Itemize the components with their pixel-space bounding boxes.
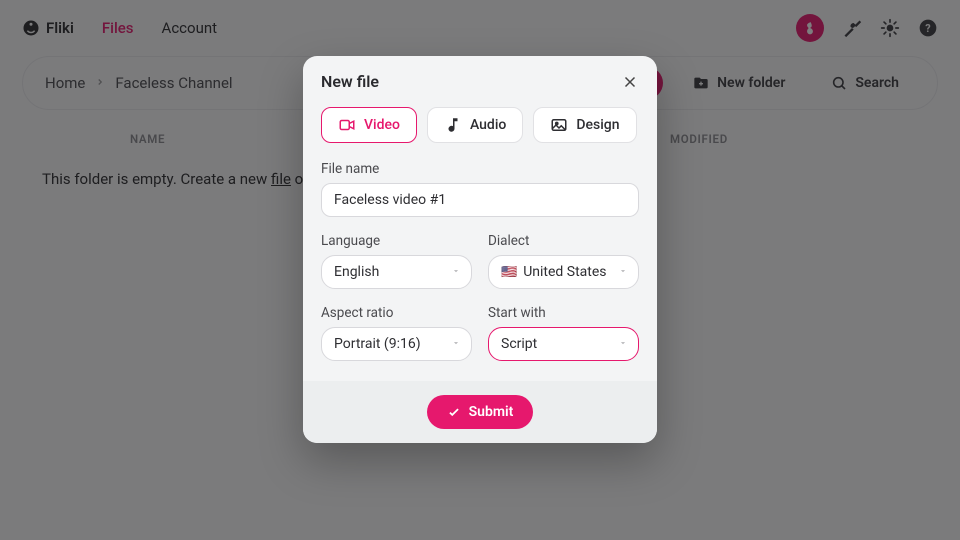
file-name-input[interactable] (321, 183, 639, 217)
check-icon (447, 405, 461, 419)
tab-video[interactable]: Video (321, 107, 417, 143)
tab-design[interactable]: Design (533, 107, 636, 143)
aspect-ratio-label: Aspect ratio (321, 305, 472, 321)
chevron-down-icon (618, 336, 628, 352)
image-icon (550, 116, 568, 134)
language-label: Language (321, 233, 472, 249)
dialect-select[interactable]: 🇺🇸 United States (488, 255, 639, 289)
dialect-label: Dialect (488, 233, 639, 249)
close-button[interactable] (621, 73, 639, 91)
start-with-label: Start with (488, 305, 639, 321)
submit-button[interactable]: Submit (427, 395, 534, 429)
tab-audio[interactable]: Audio (427, 107, 523, 143)
audio-icon (444, 116, 462, 134)
aspect-ratio-select[interactable]: Portrait (9:16) (321, 327, 472, 361)
type-tabs: Video Audio Design (321, 107, 639, 143)
video-icon (338, 116, 356, 134)
modal-overlay[interactable]: New file Video Audio Design (0, 0, 960, 540)
language-select[interactable]: English (321, 255, 472, 289)
close-icon (621, 73, 639, 91)
modal-title: New file (321, 72, 379, 91)
chevron-down-icon (451, 264, 461, 280)
file-name-label: File name (321, 161, 639, 177)
start-with-select[interactable]: Script (488, 327, 639, 361)
new-file-modal: New file Video Audio Design (303, 56, 657, 443)
chevron-down-icon (618, 264, 628, 280)
flag-icon: 🇺🇸 (501, 265, 517, 280)
chevron-down-icon (451, 336, 461, 352)
